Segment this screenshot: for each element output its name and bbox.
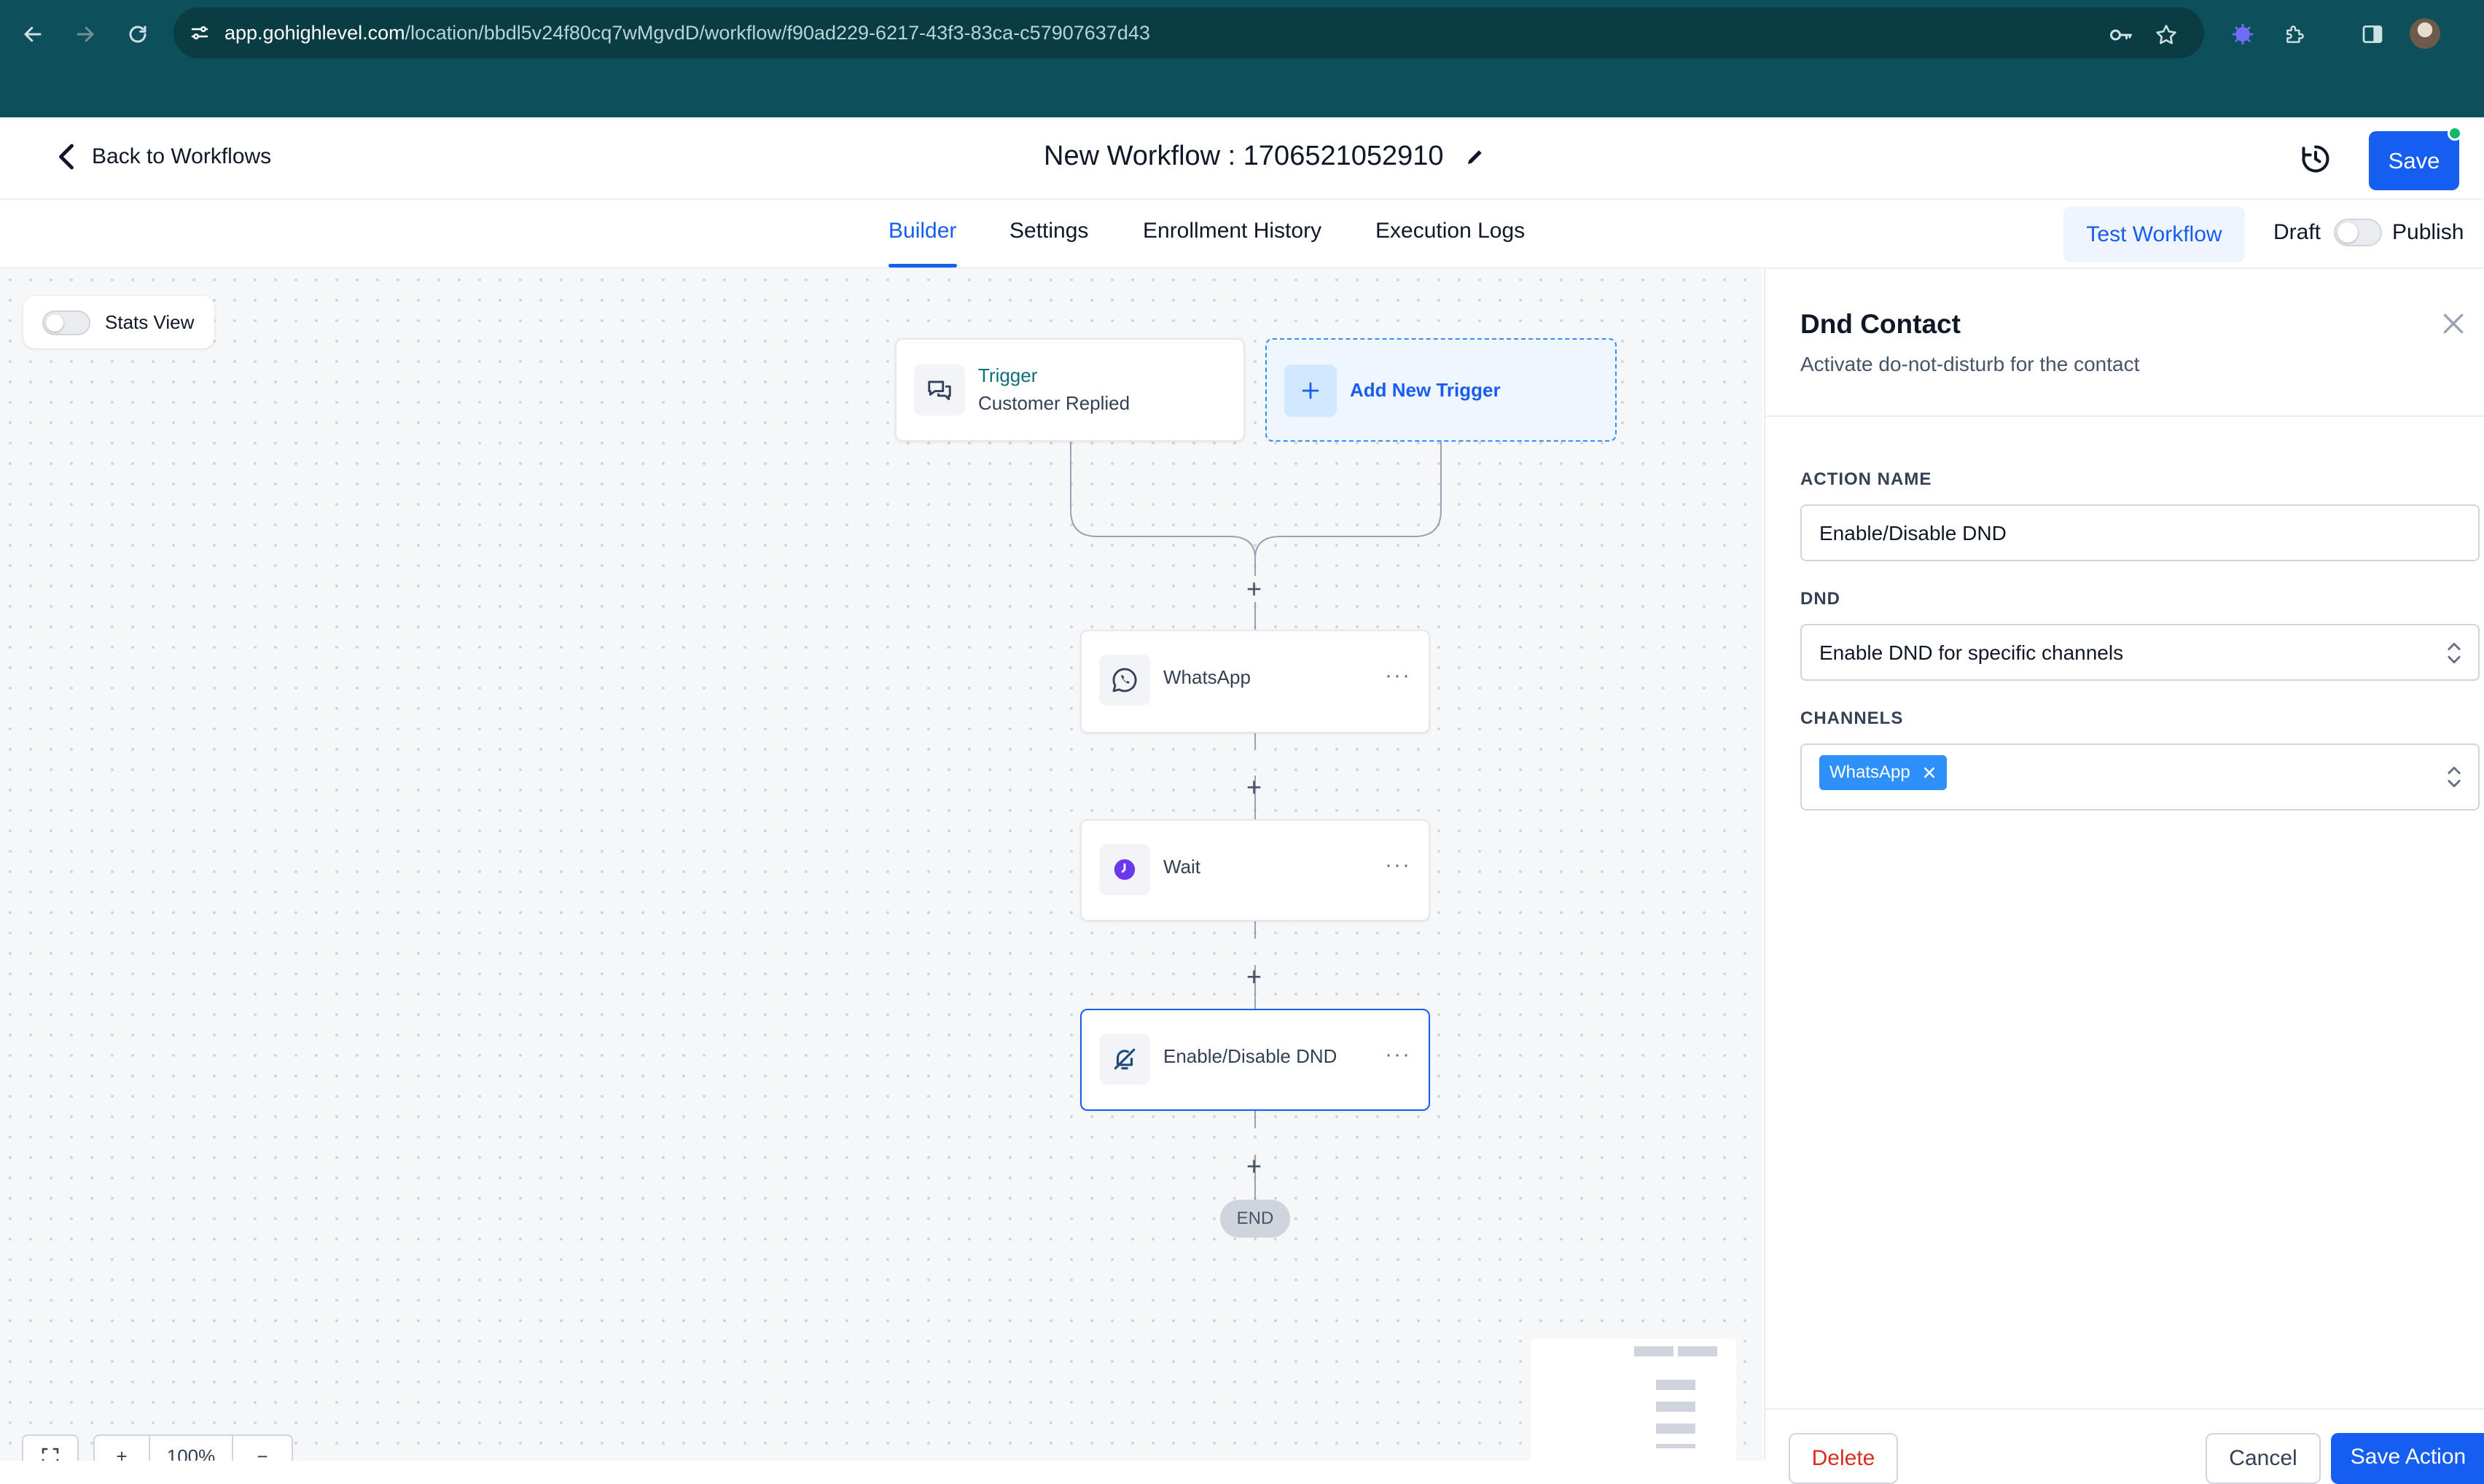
more-options-icon[interactable]: ···: [1385, 665, 1411, 687]
draft-label: Draft: [2273, 220, 2321, 244]
add-step-plus-icon[interactable]: +: [1246, 964, 1262, 990]
workflow-title-text: New Workflow : 1706521052910: [1044, 141, 1444, 171]
channels-multiselect[interactable]: WhatsApp: [1800, 743, 2480, 811]
zoom-out-button[interactable]: −: [233, 1434, 293, 1461]
divider: [1765, 415, 2484, 417]
action-node-dnd[interactable]: Enable/Disable DND ···: [1080, 1009, 1430, 1111]
key-icon[interactable]: [2108, 22, 2134, 48]
url-text: app.gohighlevel.com/location/bbdl5v24f80…: [224, 22, 1150, 44]
action-node-whatsapp[interactable]: WhatsApp ···: [1080, 630, 1430, 733]
channel-chip-label: WhatsApp: [1829, 762, 1910, 782]
tab-builder[interactable]: Builder: [888, 219, 956, 243]
status-dot: [2448, 126, 2462, 141]
panel-subtitle: Activate do-not-disturb for the contact: [1800, 353, 2140, 375]
minimap-node: [1656, 1402, 1695, 1412]
action-label: Enable/Disable DND: [1163, 1045, 1337, 1067]
tab-enrollment-history[interactable]: Enrollment History: [1143, 219, 1321, 243]
publish-label: Publish: [2392, 220, 2464, 244]
tab-execution-logs[interactable]: Execution Logs: [1375, 219, 1525, 243]
zoom-level: 100%: [150, 1434, 233, 1461]
zoom-in-button[interactable]: +: [93, 1434, 150, 1461]
tab-settings[interactable]: Settings: [1009, 219, 1088, 243]
chat-icon: [914, 364, 965, 415]
plus-icon: [1284, 364, 1337, 417]
panel-title: Dnd Contact: [1800, 309, 1961, 339]
test-workflow-button[interactable]: Test Workflow: [2063, 206, 2245, 262]
delete-button[interactable]: Delete: [1789, 1433, 1898, 1484]
action-label: WhatsApp: [1163, 666, 1251, 688]
add-new-trigger-label: Add New Trigger: [1350, 379, 1501, 401]
remove-chip-icon[interactable]: [1922, 765, 1937, 780]
minimap[interactable]: [1531, 1339, 1736, 1461]
connector-line: [1254, 733, 1256, 749]
add-step-plus-icon[interactable]: +: [1246, 1153, 1262, 1179]
dnd-select[interactable]: Enable DND for specific channels: [1800, 624, 2480, 681]
sidepanel-icon[interactable]: [2354, 16, 2391, 52]
bell-off-icon: [1099, 1034, 1150, 1085]
address-bar[interactable]: app.gohighlevel.com/location/bbdl5v24f80…: [173, 7, 2204, 58]
zoom-controls: + 100% −: [93, 1434, 293, 1461]
workflow-canvas[interactable]: Stats View + + + + Trigger Customer Repl…: [0, 270, 1762, 1461]
select-chevron-icon: [2448, 642, 2461, 664]
workflow-title: New Workflow : 1706521052910: [1044, 141, 1486, 172]
minimap-node: [1656, 1444, 1695, 1448]
action-name-value: Enable/Disable DND: [1819, 522, 2007, 544]
connector-line: [1254, 921, 1256, 939]
more-options-icon[interactable]: ···: [1385, 1044, 1411, 1066]
select-chevron-icon: [2448, 766, 2461, 788]
dnd-selected-value: Enable DND for specific channels: [1819, 641, 2124, 664]
trigger-title: Trigger: [978, 364, 1038, 386]
channels-label: CHANNELS: [1800, 708, 1904, 728]
minimap-node: [1656, 1424, 1695, 1434]
reload-icon[interactable]: [120, 16, 156, 52]
add-step-plus-icon[interactable]: +: [1246, 576, 1262, 602]
add-new-trigger-node[interactable]: Add New Trigger: [1265, 338, 1617, 442]
save-action-button[interactable]: Save Action: [2331, 1433, 2484, 1484]
back-to-workflows-link[interactable]: Back to Workflows: [55, 143, 271, 171]
history-icon[interactable]: [2300, 143, 2332, 179]
connector-line: [1254, 602, 1256, 630]
forward-arrow-icon[interactable]: [67, 16, 104, 52]
fullscreen-button[interactable]: [22, 1434, 79, 1461]
trigger-subtitle: Customer Replied: [978, 392, 1130, 414]
back-arrow-icon[interactable]: [15, 16, 51, 52]
whatsapp-icon: [1099, 655, 1150, 706]
action-name-label: ACTION NAME: [1800, 469, 1932, 489]
minimap-node: [1634, 1346, 1673, 1356]
url-host: app.gohighlevel.com: [224, 21, 405, 44]
action-name-input[interactable]: Enable/Disable DND: [1800, 504, 2480, 561]
url-path: /location/bbdl5v24f80cq7wMgvdD/workflow/…: [405, 21, 1150, 44]
end-node: END: [1220, 1200, 1290, 1238]
action-settings-panel: Dnd Contact Activate do-not-disturb for …: [1764, 270, 2484, 1484]
tune-icon[interactable]: [185, 22, 214, 44]
avatar[interactable]: [2410, 18, 2440, 49]
add-step-plus-icon[interactable]: +: [1246, 774, 1262, 800]
puzzle-icon[interactable]: [2277, 16, 2313, 52]
close-icon[interactable]: [2439, 309, 2468, 344]
trigger-node[interactable]: Trigger Customer Replied: [895, 338, 1245, 442]
back-label: Back to Workflows: [92, 144, 272, 168]
extension-icon[interactable]: [2225, 16, 2261, 52]
pencil-icon[interactable]: [1464, 146, 1486, 168]
minimap-node: [1656, 1380, 1695, 1390]
browser-chrome: app.gohighlevel.com/location/bbdl5v24f80…: [0, 0, 2484, 117]
publish-toggle[interactable]: [2334, 219, 2382, 246]
action-node-wait[interactable]: Wait ···: [1080, 819, 1430, 921]
active-tab-indicator: [888, 264, 957, 267]
toggle-knob: [2337, 222, 2358, 243]
clock-icon: [1099, 844, 1150, 895]
star-icon[interactable]: [2153, 22, 2179, 48]
connector-line: [1254, 1111, 1256, 1128]
workflow-connectors: [1070, 442, 1442, 559]
minimap-node: [1678, 1346, 1717, 1356]
more-options-icon[interactable]: ···: [1385, 854, 1411, 876]
channel-chip: WhatsApp: [1819, 755, 1947, 790]
chevron-left-icon: [59, 144, 74, 170]
action-label: Wait: [1163, 856, 1201, 878]
cancel-button[interactable]: Cancel: [2206, 1433, 2321, 1484]
dnd-label: DND: [1800, 589, 1840, 609]
save-button[interactable]: Save: [2369, 131, 2459, 190]
expand-icon: [22, 1434, 79, 1461]
